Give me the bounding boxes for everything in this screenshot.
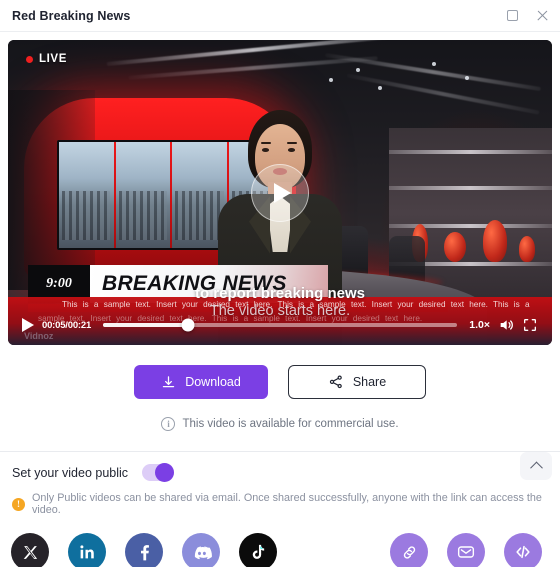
share-tools: ♚ PRO bbox=[390, 533, 560, 567]
public-setting-row: Set your video public bbox=[0, 452, 560, 482]
email-icon bbox=[457, 546, 475, 558]
anchor-eyebrow bbox=[287, 142, 297, 145]
share-targets-row: ♚ PRO bbox=[0, 516, 560, 567]
download-button-label: Download bbox=[185, 375, 241, 389]
anchor-eye bbox=[262, 148, 269, 152]
public-share-notice: ! Only Public videos can be shared via e… bbox=[0, 481, 560, 516]
link-icon bbox=[403, 545, 415, 559]
linkedin-icon bbox=[80, 545, 94, 559]
monitor-panel bbox=[58, 142, 114, 248]
time-display: 00:05/00:21 bbox=[42, 319, 92, 331]
ceiling-light-strip bbox=[346, 73, 540, 115]
ceiling-lamp-icon bbox=[432, 62, 437, 66]
code-icon bbox=[516, 545, 530, 559]
chevron-up-icon bbox=[529, 461, 543, 474]
action-buttons: Download Share bbox=[0, 365, 560, 399]
close-button[interactable] bbox=[534, 8, 550, 24]
copy-link-button[interactable] bbox=[390, 533, 428, 567]
progress-bar[interactable] bbox=[103, 318, 458, 332]
share-email-button[interactable] bbox=[447, 533, 485, 567]
live-badge-label: LIVE bbox=[39, 53, 67, 65]
decor-vase bbox=[519, 236, 536, 262]
public-toggle[interactable] bbox=[142, 463, 175, 482]
ceiling-lamp-icon bbox=[328, 78, 333, 82]
window-controls bbox=[504, 8, 550, 24]
window-title: Red Breaking News bbox=[12, 8, 131, 23]
anchor-eyebrow bbox=[261, 142, 271, 145]
shelf-line bbox=[388, 224, 552, 228]
commercial-use-note: i This video is available for commercial… bbox=[0, 417, 560, 431]
facebook-icon bbox=[141, 545, 149, 561]
ceiling-light-strip bbox=[324, 53, 541, 91]
download-icon bbox=[163, 375, 175, 387]
public-setting-label: Set your video public bbox=[12, 465, 129, 480]
share-discord-button[interactable] bbox=[182, 533, 220, 567]
fullscreen-button[interactable] bbox=[522, 317, 538, 333]
decor-vase bbox=[483, 220, 508, 262]
tiktok-icon bbox=[252, 544, 265, 559]
progress-handle[interactable] bbox=[181, 318, 195, 332]
maximize-button[interactable] bbox=[504, 8, 520, 24]
ceiling-light-strip bbox=[106, 40, 400, 67]
volume-icon bbox=[500, 320, 513, 330]
discord-icon bbox=[194, 546, 212, 559]
fullscreen-icon bbox=[524, 319, 536, 331]
commercial-use-text: This video is available for commercial u… bbox=[182, 418, 399, 430]
ceiling-lamp-icon bbox=[356, 68, 361, 72]
social-networks bbox=[0, 533, 277, 567]
video-player[interactable]: LIVE 9:00 BREAKING NEWS This is a sample… bbox=[8, 40, 552, 345]
ticker-text-line-1: This is a sample text. Insert your desir… bbox=[62, 300, 530, 309]
ceiling-lamp-icon bbox=[377, 86, 382, 90]
playback-speed-button[interactable]: 1.0× bbox=[469, 319, 490, 331]
decor-vase bbox=[444, 232, 467, 262]
shelf-line bbox=[388, 150, 552, 154]
share-x-button[interactable] bbox=[11, 533, 49, 567]
warning-icon: ! bbox=[12, 497, 25, 511]
x-twitter-icon bbox=[23, 545, 37, 559]
close-icon bbox=[536, 9, 549, 22]
public-share-notice-text: Only Public videos can be shared via ema… bbox=[32, 492, 542, 516]
monitor-panel bbox=[115, 142, 171, 248]
share-facebook-button[interactable] bbox=[125, 533, 163, 567]
maximize-icon bbox=[506, 10, 518, 21]
share-button[interactable]: Share bbox=[288, 365, 426, 399]
ceiling-lamp-icon bbox=[464, 76, 469, 80]
share-tiktok-button[interactable] bbox=[239, 533, 277, 567]
anchor-eye bbox=[288, 148, 295, 152]
volume-button[interactable] bbox=[498, 317, 514, 333]
live-badge: LIVE bbox=[26, 53, 67, 65]
shelf-line bbox=[388, 186, 552, 190]
video-controls: 00:05/00:21 1.0× bbox=[8, 313, 552, 337]
play-pause-button[interactable] bbox=[22, 318, 34, 332]
share-linkedin-button[interactable] bbox=[68, 533, 106, 567]
progress-fill bbox=[103, 323, 189, 327]
center-play-button[interactable] bbox=[251, 163, 309, 222]
play-icon bbox=[273, 182, 291, 203]
share-button-label: Share bbox=[352, 375, 387, 389]
toggle-knob bbox=[155, 463, 175, 482]
window-titlebar: Red Breaking News bbox=[0, 0, 560, 32]
info-icon: i bbox=[161, 417, 176, 431]
live-dot-icon bbox=[26, 55, 33, 63]
share-network-icon bbox=[329, 375, 342, 389]
download-button[interactable]: Download bbox=[134, 365, 268, 399]
collapse-panel-button[interactable] bbox=[520, 452, 552, 480]
embed-code-button[interactable]: ♚ PRO bbox=[504, 533, 542, 567]
